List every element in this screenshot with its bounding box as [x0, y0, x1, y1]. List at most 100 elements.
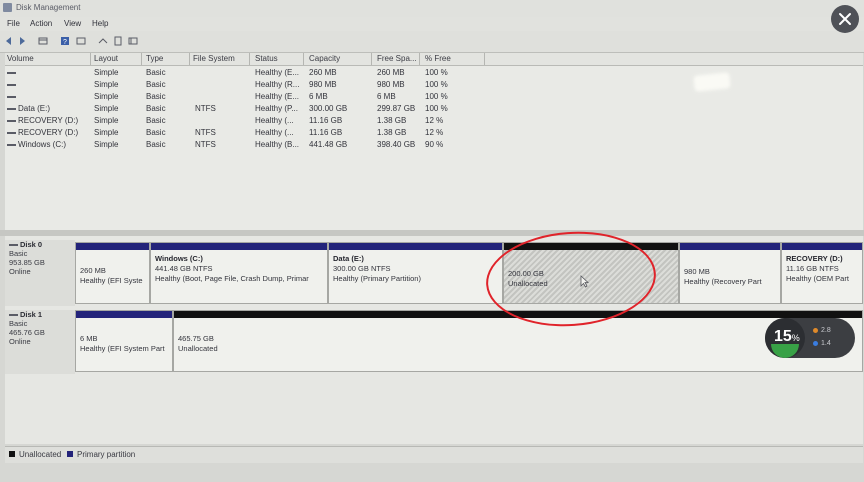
properties-icon[interactable] — [76, 36, 86, 46]
table-row[interactable]: Simple Basic Healthy (R... 980 MB 980 MB… — [5, 79, 863, 91]
free-cell: 299.87 GB — [377, 104, 416, 113]
volume-cell: RECOVERY (D:) — [7, 116, 78, 125]
legend-primary: Primary partition — [77, 450, 136, 459]
back-icon[interactable] — [4, 36, 14, 46]
partition-recovery-d[interactable]: RECOVERY (D:) 11.16 GB NTFS Healthy (OEM… — [781, 242, 863, 304]
pct-cell: 12 % — [425, 116, 444, 125]
table-row[interactable]: Data (E:) Simple Basic NTFS Healthy (P..… — [5, 103, 863, 115]
partition-info: RECOVERY (D:) 11.16 GB NTFS Healthy (OEM… — [786, 254, 849, 283]
table-row[interactable]: RECOVERY (D:) Simple Basic NTFS Healthy … — [5, 127, 863, 139]
col-status[interactable]: Status — [255, 54, 278, 63]
column-divider — [141, 53, 142, 65]
partition-info: Windows (C:) 441.48 GB NTFS Healthy (Boo… — [155, 254, 309, 283]
column-divider — [90, 53, 91, 65]
close-button[interactable] — [831, 5, 859, 33]
col-volume[interactable]: Volume — [7, 54, 34, 63]
menu-view[interactable]: View — [64, 19, 81, 28]
col-layout[interactable]: Layout — [94, 54, 118, 63]
layout-cell: Simple — [94, 104, 119, 113]
disk-icon — [9, 244, 18, 247]
partition-info: 6 MB Healthy (EFI System Part — [80, 334, 165, 353]
table-row[interactable]: RECOVERY (D:) Simple Basic Healthy (... … — [5, 115, 863, 127]
disk-type: Basic — [9, 319, 28, 328]
table-row[interactable]: Simple Basic Healthy (E... 6 MB 6 MB 100… — [5, 91, 863, 103]
status-cell: Healthy (... — [255, 128, 294, 137]
partition-recovery[interactable]: 980 MB Healthy (Recovery Part — [679, 242, 781, 304]
cpu-arc — [771, 344, 799, 358]
column-divider — [303, 53, 304, 65]
disk-size: 465.76 GB — [9, 328, 45, 337]
pct-cell: 100 % — [425, 68, 448, 77]
help-icon[interactable]: ? — [60, 36, 70, 46]
type-cell: Basic — [146, 68, 166, 77]
partition-info: 465.75 GB Unallocated — [178, 334, 218, 353]
menu-file[interactable]: File — [7, 19, 20, 28]
disk-0-label[interactable]: Disk 0 Basic 953.85 GB Online — [5, 240, 75, 306]
col-capacity[interactable]: Capacity — [309, 54, 340, 63]
disk-size: 953.85 GB — [9, 258, 45, 267]
partition-info: 980 MB Healthy (Recovery Part — [684, 267, 762, 286]
free-cell: 1.38 GB — [377, 116, 407, 125]
volume-list: Volume Layout Type File System Status Ca… — [5, 53, 863, 230]
type-cell: Basic — [146, 104, 166, 113]
disk-1-label[interactable]: Disk 1 Basic 465.76 GB Online — [5, 310, 75, 374]
column-divider — [189, 53, 190, 65]
pct-cell: 100 % — [425, 80, 448, 89]
primary-swatch — [67, 451, 73, 457]
performance-widget[interactable]: 15% 2.8 1.4 — [765, 318, 855, 358]
status-cell: Healthy (B... — [255, 140, 300, 149]
col-percent-free[interactable]: % Free — [425, 54, 451, 63]
capacity-cell: 6 MB — [309, 92, 328, 101]
app-icon — [3, 3, 12, 12]
partition-efi[interactable]: 260 MB Healthy (EFI Syste — [75, 242, 150, 304]
refresh-icon[interactable] — [113, 36, 123, 46]
partition-unallocated-disk1[interactable]: 465.75 GB Unallocated — [173, 310, 863, 372]
type-cell: Basic — [146, 140, 166, 149]
capacity-cell: 300.00 GB — [309, 104, 348, 113]
disk-icon — [9, 314, 18, 317]
layout-cell: Simple — [94, 128, 119, 137]
free-cell: 260 MB — [377, 68, 405, 77]
col-type[interactable]: Type — [146, 54, 163, 63]
column-divider — [249, 53, 250, 65]
disk-map: Disk 0 Basic 953.85 GB Online 260 MB Hea… — [5, 236, 863, 444]
partition-info: 260 MB Healthy (EFI Syste — [80, 266, 143, 285]
col-free-space[interactable]: Free Spa... — [377, 54, 417, 63]
col-file-system[interactable]: File System — [193, 54, 235, 63]
fs-cell: NTFS — [195, 128, 216, 137]
layout-cell: Simple — [94, 140, 119, 149]
disk-name: Disk 1 — [5, 310, 75, 319]
partition-bar — [151, 243, 327, 250]
partition-bar — [76, 311, 172, 318]
table-row[interactable]: Windows (C:) Simple Basic NTFS Healthy (… — [5, 139, 863, 151]
partition-data-e[interactable]: Data (E:) 300.00 GB NTFS Healthy (Primar… — [328, 242, 503, 304]
unallocated-swatch — [9, 451, 15, 457]
volume-cell: Windows (C:) — [7, 140, 66, 149]
capacity-cell: 441.48 GB — [309, 140, 348, 149]
cpu-percent: 15% — [774, 328, 800, 345]
forward-icon[interactable] — [17, 36, 27, 46]
download-stat: 1.4 — [813, 340, 831, 347]
show-hide-icon[interactable] — [38, 36, 48, 46]
volume-cell — [7, 92, 18, 101]
partition-windows-c[interactable]: Windows (C:) 441.48 GB NTFS Healthy (Boo… — [150, 242, 328, 304]
partition-efi-disk1[interactable]: 6 MB Healthy (EFI System Part — [75, 310, 173, 372]
disk-type: Basic — [9, 249, 28, 258]
status-cell: Healthy (E... — [255, 92, 300, 101]
upload-icon — [813, 327, 818, 333]
menu-action[interactable]: Action — [30, 19, 52, 28]
download-icon — [813, 340, 818, 346]
window-title: Disk Management — [16, 3, 81, 12]
column-divider — [484, 53, 485, 65]
menu-help[interactable]: Help — [92, 19, 108, 28]
list-icon[interactable] — [128, 36, 138, 46]
layout-cell: Simple — [94, 68, 119, 77]
disk-state: Online — [9, 337, 31, 346]
partition-bar — [782, 243, 862, 250]
capacity-cell: 11.16 GB — [309, 128, 343, 137]
pct-cell: 100 % — [425, 92, 448, 101]
table-row[interactable]: Simple Basic Healthy (E... 260 MB 260 MB… — [5, 67, 863, 79]
connect-icon[interactable] — [98, 36, 108, 46]
type-cell: Basic — [146, 128, 166, 137]
disk-state: Online — [9, 267, 31, 276]
